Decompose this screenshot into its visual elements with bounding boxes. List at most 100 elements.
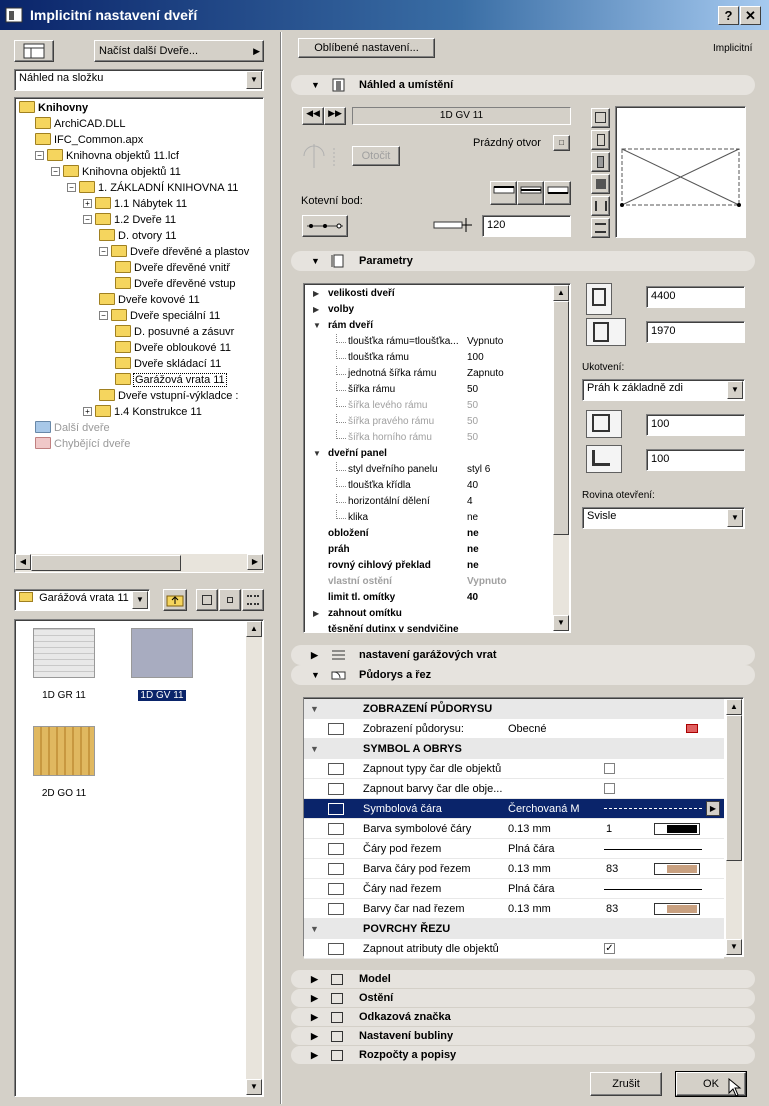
section-preview-header[interactable]: ▼ Náhled a umístění — [291, 75, 755, 95]
row-value[interactable]: Plná čára — [508, 879, 554, 899]
param-value[interactable]: 40 — [467, 478, 478, 494]
view-3d-button[interactable] — [591, 174, 610, 194]
group-triangle-icon[interactable]: ▼ — [310, 919, 319, 939]
param-row[interactable]: rovný cihlový překlad ne — [308, 558, 553, 574]
param-row[interactable]: horizontální dělení 4 — [308, 494, 553, 510]
param-row[interactable]: těsnění dutinx v sendvičine — [308, 622, 553, 632]
scroll-down-button[interactable]: ▼ — [553, 615, 569, 631]
section-params-header[interactable]: ▼ Parametry — [291, 251, 755, 271]
dash-line-sample[interactable] — [604, 808, 702, 809]
tree-item[interactable]: D. posuvné a zásuvr — [115, 324, 234, 340]
param-row[interactable]: šířka rámu 50 — [308, 382, 553, 398]
section-collapsed-header[interactable]: ▶ Nastavení bubliny — [291, 1027, 755, 1045]
expander-icon[interactable]: − — [67, 183, 76, 192]
param-triangle-icon[interactable]: ▶ — [313, 302, 319, 318]
solid-line-sample[interactable] — [604, 889, 702, 890]
param-value[interactable]: 50 — [467, 398, 478, 414]
expander-icon[interactable]: − — [99, 247, 108, 256]
thumbnail-panel[interactable]: 1D GR 11 1D GV 11 2D GO 11 ▲ ▼ — [14, 619, 264, 1097]
param-value[interactable]: 40 — [467, 590, 478, 606]
table-row[interactable]: Barvy čar nad řezem 0.13 mm 83 — [304, 899, 724, 919]
scroll-right-button[interactable]: ▶ — [247, 554, 263, 570]
params-scroll-thumb[interactable] — [553, 301, 569, 535]
param-value[interactable]: Vypnuto — [467, 334, 503, 350]
row-value[interactable]: Plná čára — [508, 839, 554, 859]
table-row[interactable]: Zapnout atributy dle objektů ✓ — [304, 939, 724, 959]
list-icons-button[interactable] — [242, 589, 264, 611]
table-vscrollbar[interactable]: ▲ ▼ — [726, 699, 742, 955]
expander-icon[interactable]: − — [35, 151, 44, 160]
param-row[interactable]: šířka levého rámu 50 — [308, 398, 553, 414]
tree-item[interactable]: Knihovny — [19, 100, 88, 116]
large-icons-button[interactable] — [196, 589, 218, 611]
tree-item[interactable]: − 1. ZÁKLADNÍ KNIHOVNA 11 — [67, 180, 238, 196]
param-row[interactable]: vlastní ostění Vypnuto — [308, 574, 553, 590]
checkbox[interactable] — [604, 783, 615, 794]
empty-opening-toggle[interactable]: □ — [553, 135, 570, 151]
tree-item[interactable]: − Dveře speciální 11 — [99, 308, 220, 324]
expander-icon[interactable]: + — [83, 407, 92, 416]
param-value[interactable]: ne — [467, 510, 478, 526]
tree-item[interactable]: Dveře kovové 11 — [99, 292, 200, 308]
tree-item[interactable]: Garážová vrata 11 — [115, 372, 227, 388]
small-icons-button[interactable] — [219, 589, 241, 611]
param-row[interactable]: ▶ velikosti dveří — [308, 286, 553, 302]
sill-height-input[interactable]: 100 — [646, 414, 745, 436]
section-collapsed-header[interactable]: ▶ Rozpočty a popisy — [291, 1046, 755, 1064]
favorites-button[interactable]: Oblíbené nastavení... — [298, 38, 435, 58]
param-triangle-icon[interactable]: ▼ — [313, 318, 321, 334]
tree-item[interactable]: +1.4 Konstrukce 11 — [83, 404, 202, 420]
plan-display-icon[interactable] — [686, 724, 698, 733]
tree-item[interactable]: Dveře dřevěné vnitř — [115, 260, 230, 276]
row-value[interactable]: Čerchovaná M — [508, 799, 580, 819]
param-value[interactable]: ne — [467, 526, 479, 542]
table-scroll-thumb[interactable] — [726, 715, 742, 861]
scroll-left-button[interactable]: ◀ — [15, 554, 31, 570]
splitter[interactable] — [280, 32, 282, 1104]
view-list-button[interactable] — [591, 218, 610, 238]
wall-align-left-button[interactable] — [490, 181, 517, 205]
param-row[interactable]: tloušťka rámu=tloušťka... Vypnuto — [308, 334, 553, 350]
section-garage-header[interactable]: ▶ nastavení garážových vrat — [291, 645, 755, 665]
section-collapsed-header[interactable]: ▶ Model — [291, 970, 755, 988]
anchor-point-button[interactable] — [302, 215, 348, 237]
param-value[interactable]: 50 — [467, 430, 478, 446]
tree-item[interactable]: Chybějící dveře — [35, 436, 130, 452]
param-row[interactable]: styl dveřního panelu styl 6 — [308, 462, 553, 478]
param-row[interactable]: jednotná šířka rámu Zapnuto — [308, 366, 553, 382]
offset-input[interactable]: 120 — [482, 215, 571, 237]
param-value[interactable]: 4 — [467, 494, 473, 510]
table-row[interactable]: Barva symbolové čáry 0.13 mm 1 — [304, 819, 724, 839]
color-swatch[interactable] — [654, 823, 700, 835]
anchor-combo[interactable]: Práh k základně zdi ▼ — [582, 379, 745, 401]
tree-item[interactable]: − Dveře dřevěné a plastov — [99, 244, 249, 260]
table-row[interactable]: Čáry nad řezem Plná čára — [304, 879, 724, 899]
expander-icon[interactable]: + — [83, 199, 92, 208]
param-row[interactable]: klika ne — [308, 510, 553, 526]
scroll-up-button[interactable]: ▲ — [553, 285, 569, 301]
table-row[interactable]: Barva čáry pod řezem 0.13 mm 83 — [304, 859, 724, 879]
view-elevation-button[interactable] — [591, 130, 610, 150]
width-input[interactable]: 4400 — [646, 286, 745, 308]
table-group-header[interactable]: ▼ SYMBOL A OBRYS — [304, 739, 724, 759]
tree-item[interactable]: Dveře vstupní-výkladce : — [99, 388, 238, 404]
section-plan-header[interactable]: ▼ Půdorys a řez — [291, 665, 755, 685]
view-section-button[interactable] — [591, 196, 610, 216]
param-row[interactable]: práh ne — [308, 542, 553, 558]
table-group-header[interactable]: ▼ POVRCHY ŘEZU — [304, 919, 724, 939]
tree-item[interactable]: IFC_Common.apx — [35, 132, 143, 148]
scroll-up-button[interactable]: ▲ — [726, 699, 742, 715]
thumbnail-item[interactable]: 1D GV 11 — [127, 628, 197, 708]
tree-item[interactable]: Další dveře — [35, 420, 110, 436]
table-row[interactable]: Zapnout barvy čar dle obje... — [304, 779, 724, 799]
param-row[interactable]: šířka pravého rámu 50 — [308, 414, 553, 430]
view-mode-button[interactable] — [14, 40, 54, 62]
help-button[interactable]: ? — [718, 6, 739, 25]
tree-item[interactable]: Dveře skládací 11 — [115, 356, 221, 372]
param-value[interactable]: Vypnuto — [467, 574, 507, 590]
tree-hscrollbar[interactable]: ◀ ▶ — [15, 554, 263, 572]
table-row[interactable]: Zobrazení půdorysu: Obecné — [304, 719, 724, 739]
checkbox[interactable] — [604, 763, 615, 774]
row-value[interactable]: Obecné — [508, 719, 547, 739]
tree-item[interactable]: +1.1 Nábytek 11 — [83, 196, 187, 212]
